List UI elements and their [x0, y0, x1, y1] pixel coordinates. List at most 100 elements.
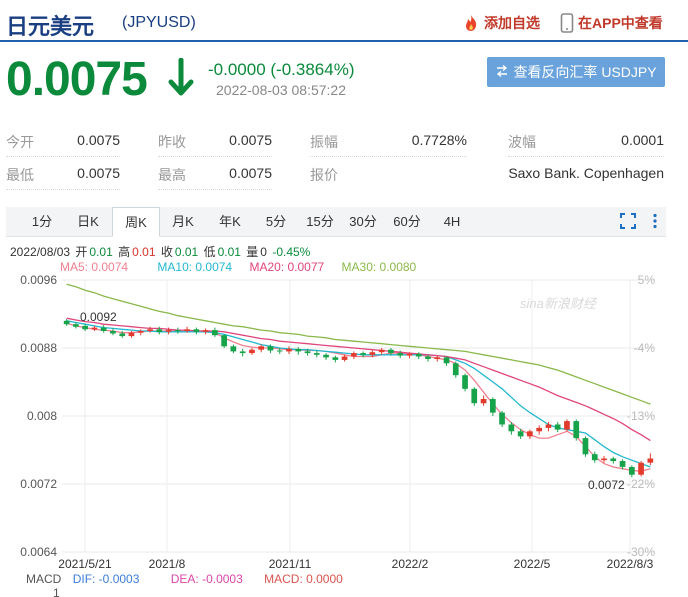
candle-body — [91, 327, 98, 330]
tab-monthly-k[interactable]: 月K — [160, 207, 206, 237]
candle-body — [239, 351, 246, 354]
ohlc-readout: 2022/08/03 开 0.01 高 0.01 收 0.01 低 0.01 量0 -0… — [10, 243, 312, 260]
stat-value-quote-source: Saxo Bank. Copenhagen — [508, 165, 664, 181]
fire-icon — [462, 14, 480, 32]
candle-body — [527, 431, 533, 437]
ma-line-ma10 — [66, 320, 651, 468]
tab-30min[interactable]: 30分 — [342, 207, 384, 237]
candle-body — [100, 327, 107, 331]
tab-60min[interactable]: 60分 — [384, 207, 430, 237]
candle-body — [276, 350, 283, 352]
candle-body — [490, 399, 496, 413]
candle-body — [397, 353, 403, 356]
candle-body — [554, 424, 561, 430]
candle-body — [230, 346, 237, 352]
candle-body — [443, 357, 450, 364]
candle-body — [147, 329, 153, 331]
stat-value-amplitude: 0.7728% — [411, 132, 467, 148]
add-watchlist-button[interactable]: 添加自选 — [462, 13, 540, 33]
candle-body — [591, 454, 598, 461]
stat-label-quote-source: 报价 — [310, 167, 338, 183]
candle-body — [629, 467, 635, 475]
down-arrow-icon — [166, 57, 196, 103]
candle-body — [564, 421, 570, 430]
fullscreen-icon[interactable] — [620, 213, 636, 234]
candle-body — [647, 458, 654, 463]
sina-watermark: sina新浪财经 — [520, 296, 598, 311]
macd-value: MACD: 0.0000 — [264, 572, 343, 586]
candle-body — [286, 348, 292, 352]
stat-value-open: 0.0075 — [77, 132, 120, 148]
stat-value-high: 0.0075 — [229, 165, 272, 181]
y-tick-label: 0.008 — [27, 409, 57, 423]
tab-1min[interactable]: 1分 — [20, 207, 64, 237]
view-in-app-button[interactable]: 在APP中查看 — [560, 13, 663, 33]
ohlc-close: 0.01 — [174, 245, 199, 259]
candle-body — [471, 388, 478, 404]
ohlc-high-label: 高 — [118, 245, 131, 259]
page-title: 日元美元 — [6, 14, 95, 39]
pct-tick-label: 5% — [638, 273, 656, 287]
candle-body — [258, 346, 264, 350]
candle-body — [619, 461, 626, 467]
candle-body — [137, 331, 144, 333]
tab-yearly-k[interactable]: 年K — [206, 207, 254, 237]
stat-label-range: 波幅 — [508, 134, 536, 150]
max-price-label: 0.0092 — [80, 310, 117, 324]
candle-body — [174, 330, 181, 332]
ohlc-vol-label: 量 — [246, 245, 259, 259]
candle-body — [517, 431, 524, 437]
candle-body — [202, 330, 209, 332]
ohlc-low: 0.01 — [217, 245, 241, 259]
candle-body — [193, 329, 200, 332]
reverse-rate-label: 查看反向汇率 USDJPY — [513, 64, 657, 80]
candlestick-chart[interactable]: 0.0096 0.0088 0.008 0.0072 0.0064 5% -4% -13% -2… — [0, 272, 688, 572]
candle-body — [156, 329, 163, 332]
ma-line-ma20 — [66, 317, 651, 442]
pct-tick-label: -13% — [627, 409, 655, 423]
y-tick-label: 0.0088 — [20, 341, 57, 355]
x-tick-label: 2021/5/21 — [58, 557, 112, 571]
x-tick-label: 2022/5 — [514, 557, 551, 571]
ohlc-date: 2022/08/03 — [10, 245, 71, 259]
stats-table: 今开 0.0075 昨收 0.0075 振幅 0.7728% 波幅 0.0001… — [0, 122, 688, 194]
candle-body — [184, 329, 190, 331]
symbol-code: (JPYUSD) — [122, 14, 196, 31]
candle-body — [341, 356, 348, 360]
tab-5min[interactable]: 5分 — [254, 207, 298, 237]
stat-value-prev-close: 0.0075 — [229, 132, 272, 148]
min-price-label: 0.0072 — [588, 478, 625, 492]
candle-body — [165, 330, 172, 332]
stat-value-low: 0.0075 — [77, 165, 120, 181]
tab-daily-k[interactable]: 日K — [64, 207, 112, 237]
swap-icon — [495, 64, 509, 81]
reverse-rate-button[interactable]: 查看反向汇率 USDJPY — [487, 57, 665, 87]
macd-readout: MACD DIF: -0.0003 DEA: -0.0003 MACD: 0.0… — [0, 572, 343, 597]
macd-dea: DEA: -0.0003 — [170, 572, 243, 586]
tab-weekly-k[interactable]: 周K — [112, 207, 160, 237]
row-divider — [310, 156, 467, 157]
candle-body — [378, 349, 385, 353]
stat-label-amplitude: 振幅 — [310, 134, 338, 150]
ohlc-high: 0.01 — [132, 245, 156, 259]
candle-body — [267, 346, 274, 351]
stat-label-low: 最低 — [6, 167, 34, 183]
x-tick-label: 2022/2 — [392, 557, 429, 571]
view-in-app-label: 在APP中查看 — [578, 15, 663, 31]
candle-body — [323, 354, 329, 358]
tab-4h[interactable]: 4H — [430, 207, 474, 237]
stat-label-prev-close: 昨收 — [158, 134, 186, 150]
more-menu-icon[interactable] — [652, 213, 658, 234]
candle-body — [82, 325, 88, 330]
row-divider — [6, 189, 120, 190]
candle-body — [221, 335, 227, 347]
macd-label: MACD — [26, 572, 62, 586]
x-tick-label: 2021/11 — [269, 557, 312, 571]
candle-body — [119, 333, 126, 337]
candle-body — [73, 324, 79, 327]
candle-body — [128, 332, 135, 337]
tab-15min[interactable]: 15分 — [298, 207, 342, 237]
candle-body — [545, 424, 552, 428]
y-tick-label: 0.0064 — [20, 545, 57, 559]
candle-body — [452, 363, 459, 376]
